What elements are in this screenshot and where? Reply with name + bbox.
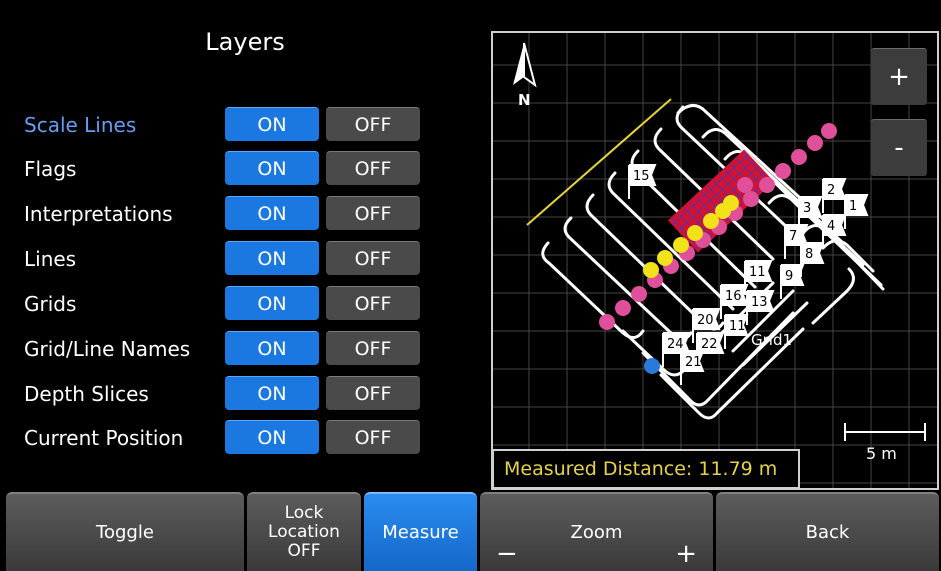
scale-lines-off-button[interactable]: OFF [326,107,420,141]
map-view[interactable]: 15 2 3 1 7 4 8 9 11 16 13 20 24 22 21 11… [491,31,939,490]
grids-on-button[interactable]: ON [225,286,319,320]
scale-lines-on-button[interactable]: ON [225,107,319,141]
flags-on-button[interactable]: ON [225,151,319,185]
grid-line-names-off-button[interactable]: OFF [326,331,420,365]
current-position-off-button[interactable]: OFF [326,420,420,454]
current-position-on-button[interactable]: ON [225,420,319,454]
bottom-toolbar: Toggle Lock Location OFF Measure Zoom − … [0,492,941,571]
layer-label: Flags [24,157,77,181]
flag-label: 11 [749,265,766,280]
layer-row-current-position: Current Position ON OFF [24,420,424,458]
current-position-marker [644,358,660,374]
flag-label: 2 [827,183,835,198]
grid-name-label: Grid1 [751,331,792,349]
interpretations-on-button[interactable]: ON [225,196,319,230]
flags-off-button[interactable]: OFF [326,151,420,185]
layer-row-grids: Grids ON OFF [24,286,424,324]
flag-label: 11 [729,319,746,334]
layer-row-flags: Flags ON OFF [24,151,424,189]
north-arrow-icon: N [513,42,537,109]
lines-off-button[interactable]: OFF [326,241,420,275]
measure-button[interactable]: Measure [364,492,477,571]
back-button[interactable]: Back [716,492,939,571]
depth-slices-off-button[interactable]: OFF [326,376,420,410]
layer-label: Interpretations [24,202,173,226]
flag-label: 3 [803,201,811,216]
flag-label: 15 [633,169,650,184]
flag-label: 21 [685,355,702,370]
flag-label: 4 [827,219,835,234]
layer-row-lines: Lines ON OFF [24,241,424,279]
layer-row-depth-slices: Depth Slices ON OFF [24,376,424,414]
layer-row-grid-line-names: Grid/Line Names ON OFF [24,331,424,369]
flag-label: 22 [701,337,718,352]
grids-off-button[interactable]: OFF [326,286,420,320]
layer-row-interpretations: Interpretations ON OFF [24,196,424,234]
lock-label-line1: Lock [284,503,324,523]
scale-label: 5 m [866,444,897,463]
lock-label-line2: Location [268,522,340,542]
flag-label: 24 [667,337,684,352]
flag-label: 16 [725,289,742,304]
flag-label: 13 [751,295,768,310]
flag-label: 20 [697,313,714,328]
zoom-button[interactable]: Zoom − + [480,492,713,571]
layer-label: Grid/Line Names [24,337,191,361]
zoom-label: Zoom [570,522,623,543]
layers-title: Layers [205,28,285,56]
zoom-out-button[interactable]: - [871,119,927,176]
zoom-in-button[interactable]: + [871,48,927,105]
layer-label: Current Position [24,426,184,450]
flag-label: 9 [785,269,793,284]
layer-row-scale-lines: Scale Lines ON OFF [24,107,424,145]
flag-label: 8 [805,247,813,262]
interpretations-off-button[interactable]: OFF [326,196,420,230]
north-label: N [518,91,531,109]
lock-location-button[interactable]: Lock Location OFF [247,492,361,571]
flag-label: 7 [789,229,797,244]
toggle-button[interactable]: Toggle [6,492,244,571]
flag-label: 1 [849,199,857,214]
measure-line [526,98,672,226]
grid-line-names-on-button[interactable]: ON [225,331,319,365]
lines-on-button[interactable]: ON [225,241,319,275]
zoom-plus-icon[interactable]: + [675,539,697,569]
survey-lines [541,104,885,420]
measured-distance-readout: Measured Distance: 11.79 m [492,449,800,489]
layer-label: Lines [24,247,77,271]
scale-bar [844,423,926,441]
zoom-minus-icon[interactable]: − [496,539,518,569]
layer-label: Grids [24,292,77,316]
lock-label-line3: OFF [287,541,321,561]
depth-slices-on-button[interactable]: ON [225,376,319,410]
layer-label: Depth Slices [24,382,149,406]
layer-label: Scale Lines [24,113,137,137]
